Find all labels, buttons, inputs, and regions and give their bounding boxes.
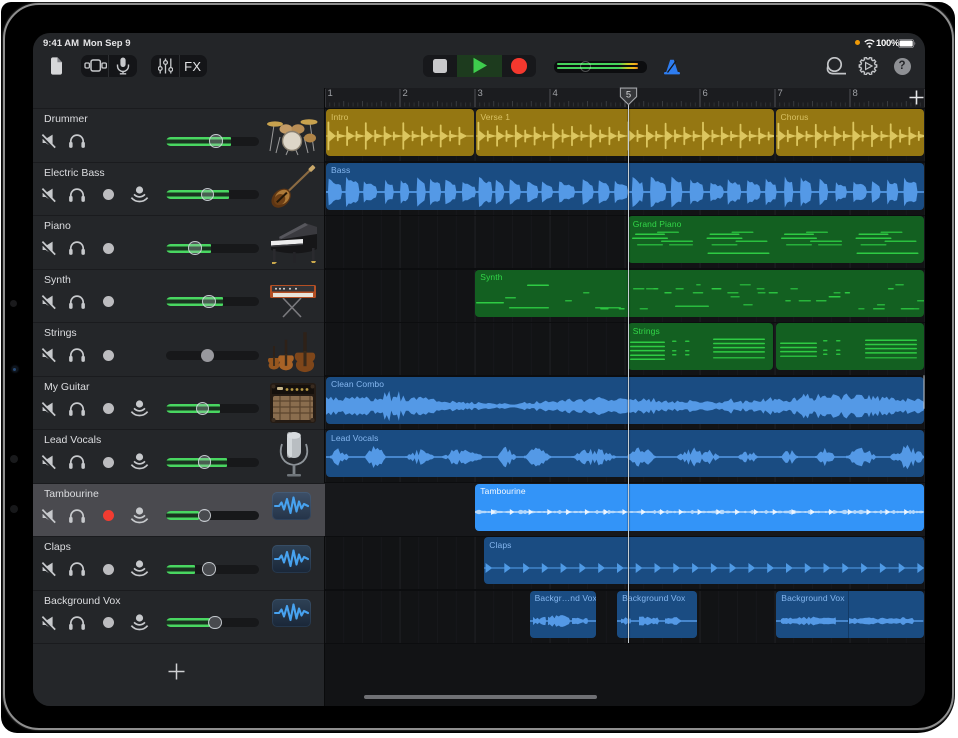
svg-text:5: 5	[626, 90, 631, 101]
